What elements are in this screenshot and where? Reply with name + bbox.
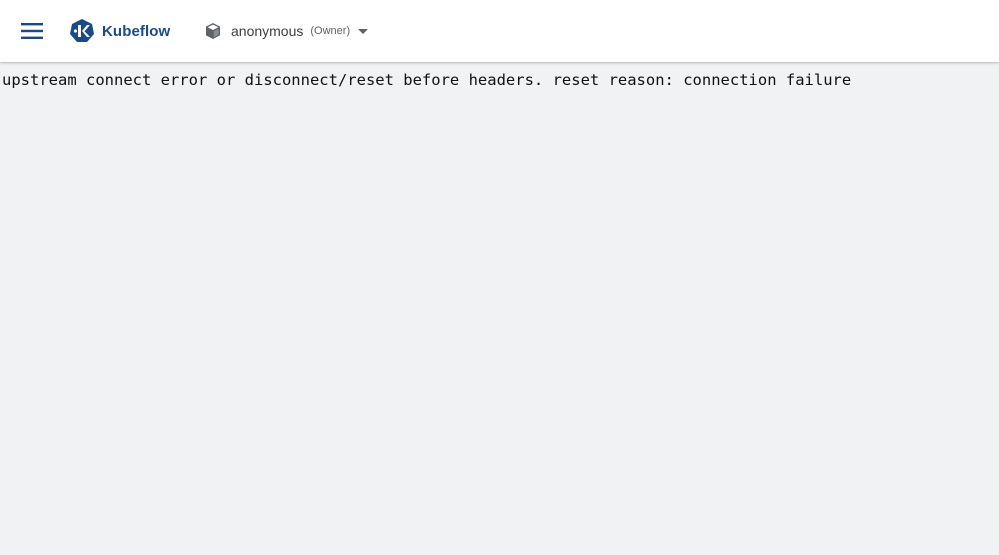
menu-button[interactable] <box>16 15 48 47</box>
namespace-role: (Owner) <box>310 25 351 37</box>
kubeflow-logo-icon <box>70 19 94 42</box>
kubeflow-logo[interactable]: Kubeflow <box>69 18 170 44</box>
main-content: upstream connect error or disconnect/res… <box>0 62 999 555</box>
namespace-name: anonymous <box>231 23 304 39</box>
top-app-bar: Kubeflow anonymous (Owner) <box>0 0 999 62</box>
cube-icon <box>206 23 220 39</box>
app-name: Kubeflow <box>102 22 171 40</box>
hamburger-menu-icon <box>21 23 43 39</box>
arrow-drop-down-icon <box>358 28 369 34</box>
error-message: upstream connect error or disconnect/res… <box>2 71 852 89</box>
namespace-selector[interactable]: anonymous (Owner) <box>204 21 369 41</box>
